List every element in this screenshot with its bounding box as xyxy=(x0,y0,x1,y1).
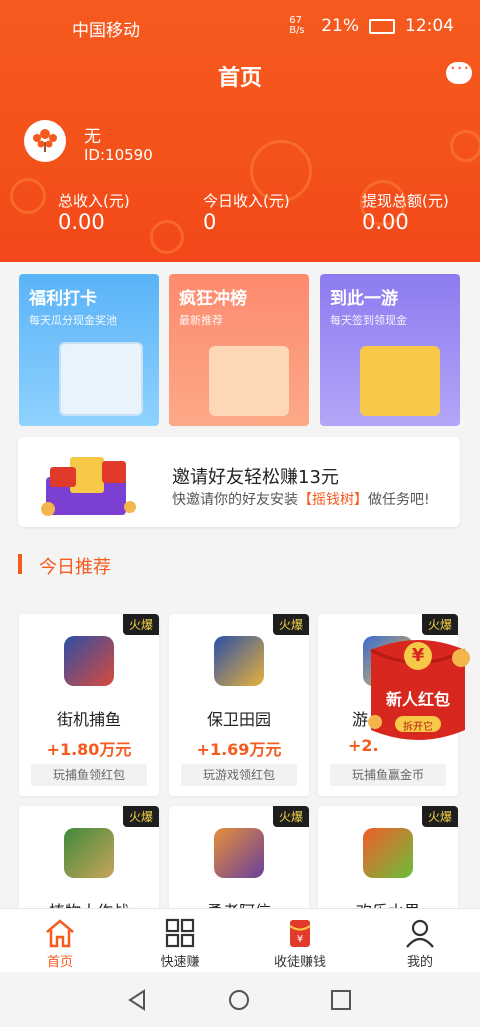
hot-badge: 火爆 xyxy=(122,614,159,635)
recents-icon[interactable] xyxy=(330,989,352,1011)
game-tag: 玩捕鱼领红包 xyxy=(31,764,147,786)
page-title: 首页 xyxy=(217,66,262,91)
new-user-red-packet[interactable]: ¥ 新人红包 拆开它 xyxy=(363,630,473,750)
red-envelope-icon: ¥ xyxy=(289,920,311,947)
card-checkin[interactable]: 福利打卡 每天瓜分现金奖池 xyxy=(19,274,159,426)
coin-decoration xyxy=(150,220,184,254)
hot-badge: 火爆 xyxy=(421,806,458,827)
home-icon xyxy=(46,919,74,948)
battery-level: 21% xyxy=(321,16,359,36)
card-ranking[interactable]: 疯狂冲榜 最新推荐 xyxy=(169,274,309,426)
game-card[interactable]: 火爆 植物大作战 xyxy=(19,806,159,916)
defense-game-icon xyxy=(214,636,264,686)
tab-label: 首页 xyxy=(46,955,73,970)
invite-banner[interactable]: 邀请好友轻松赚13元 快邀请你的好友安装【摇钱树】做任务吧! xyxy=(18,437,460,527)
game-tag: 玩游戏领红包 xyxy=(181,764,297,786)
tab-profile[interactable]: 我的 xyxy=(360,909,480,973)
red-envelope-icon xyxy=(30,447,140,517)
section-title: 今日推荐 xyxy=(39,557,111,578)
game-card[interactable]: 火爆 欢乐水果 xyxy=(318,806,458,916)
card-title: 福利打卡 xyxy=(29,289,97,309)
status-bar: 中国移动 67 B/s 21% 12:04 xyxy=(0,0,480,52)
svg-text:¥: ¥ xyxy=(297,934,303,945)
invite-title: 邀请好友轻松赚13元 xyxy=(172,467,339,488)
tab-bar: 首页 快速赚 ¥ 收徒赚钱 我的 xyxy=(0,908,480,973)
card-title: 到此一游 xyxy=(330,289,398,309)
tab-label: 快速赚 xyxy=(160,955,200,970)
withdraw-total-value: 0.00 xyxy=(362,210,409,234)
game-name: 保卫田园 xyxy=(206,710,271,729)
card-subtitle: 每天瓜分现金奖池 xyxy=(29,314,117,327)
card-subtitle: 每天签到领现金 xyxy=(330,314,407,327)
grid-icon xyxy=(165,918,195,948)
game-name: 街机捕鱼 xyxy=(56,710,121,729)
game-tag: 玩捕鱼赢金币 xyxy=(330,764,446,786)
phone-illustration-icon xyxy=(59,342,143,416)
clock: 12:04 xyxy=(405,16,454,36)
username: 无 xyxy=(84,127,101,147)
red-packet-title: 新人红包 xyxy=(385,690,450,709)
invite-subtitle: 快邀请你的好友安装【摇钱树】做任务吧! xyxy=(172,492,430,508)
withdraw-total-label: 提现总额(元) xyxy=(362,192,449,210)
hot-badge: 火爆 xyxy=(122,806,159,827)
open-button[interactable]: 拆开它 xyxy=(395,718,441,733)
red-packet-symbol: ¥ xyxy=(411,645,425,666)
tab-quick-earn[interactable]: 快速赚 xyxy=(120,909,240,973)
gift-box-illustration-icon xyxy=(360,346,440,416)
tab-recruit[interactable]: ¥ 收徒赚钱 xyxy=(240,909,360,973)
feature-cards: 福利打卡 每天瓜分现金奖池 疯狂冲榜 最新推荐 到此一游 每天签到领现金 xyxy=(19,274,460,426)
card-subtitle: 最新推荐 xyxy=(179,314,223,327)
card-title: 疯狂冲榜 xyxy=(179,289,247,309)
chat-icon[interactable] xyxy=(446,58,472,84)
hot-badge: 火爆 xyxy=(272,614,309,635)
game-card[interactable]: 火爆 保卫田园 +1.69万元 玩游戏领红包 xyxy=(169,614,309,796)
tab-home[interactable]: 首页 xyxy=(0,909,120,973)
net-speed: 67 B/s xyxy=(289,15,305,36)
avatar[interactable] xyxy=(24,120,66,162)
hot-badge: 火爆 xyxy=(272,806,309,827)
total-income-value: 0.00 xyxy=(58,210,105,234)
home-circle-icon[interactable] xyxy=(228,989,250,1011)
battery-icon xyxy=(369,18,395,34)
coin-decoration xyxy=(10,178,46,214)
back-icon[interactable] xyxy=(126,989,148,1011)
game-prize: +1.69万元 xyxy=(196,740,282,759)
hero-game-icon xyxy=(214,828,264,878)
today-income-label: 今日收入(元) xyxy=(203,192,290,210)
tab-label: 我的 xyxy=(406,955,433,970)
user-id: ID:10590 xyxy=(84,146,153,164)
fruit-game-icon xyxy=(363,828,413,878)
section-accent-bar xyxy=(18,554,22,574)
system-navigation-bar xyxy=(0,972,480,1027)
tree-logo-icon xyxy=(33,129,57,152)
vip-card-illustration-icon xyxy=(209,346,289,416)
user-icon xyxy=(406,919,434,948)
fishing-game-icon xyxy=(64,636,114,686)
total-income-label: 总收入(元) xyxy=(58,192,130,210)
game-card[interactable]: 火爆 街机捕鱼 +1.80万元 玩捕鱼领红包 xyxy=(19,614,159,796)
coin-decoration xyxy=(450,130,480,162)
app-name-highlight: 【摇钱树】 xyxy=(298,492,368,508)
game-card[interactable]: 火爆 勇者阿信 xyxy=(169,806,309,916)
card-signin[interactable]: 到此一游 每天签到领现金 xyxy=(320,274,460,426)
today-income-value: 0 xyxy=(203,210,217,234)
game-prize: +1.80万元 xyxy=(46,740,132,759)
carrier: 中国移动 xyxy=(72,21,140,41)
tab-label: 收徒赚钱 xyxy=(273,955,326,970)
plant-game-icon xyxy=(64,828,114,878)
